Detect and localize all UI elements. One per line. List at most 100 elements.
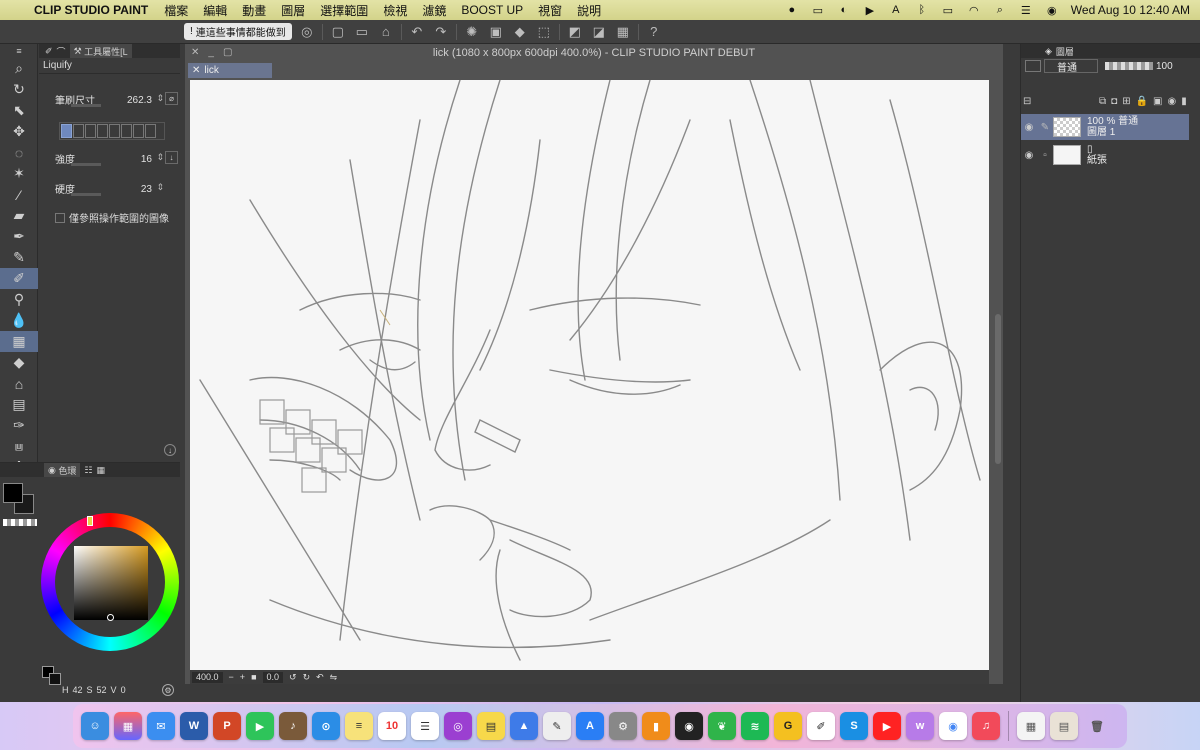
undo-icon[interactable]: ↶: [408, 23, 426, 41]
document-tab[interactable]: ✕ lick: [188, 63, 272, 78]
strength-pressure-icon[interactable]: ↓: [165, 151, 178, 164]
search-icon[interactable]: ⌕: [993, 4, 1007, 16]
books-icon[interactable]: ▮: [642, 712, 670, 740]
move-layer-icon[interactable]: ✥: [0, 121, 38, 142]
mail-icon[interactable]: ✉: [147, 712, 175, 740]
textedit-icon[interactable]: ✎: [543, 712, 571, 740]
clip-studio-dock-icon[interactable]: ✐: [807, 712, 835, 740]
saturation-value-square[interactable]: [74, 546, 148, 620]
show-selection-icon[interactable]: ▦: [614, 23, 632, 41]
figure-icon[interactable]: ⌂: [0, 373, 38, 394]
brush-size-row[interactable]: 筆刷尺寸 262.3 ⇕ ⌀: [39, 90, 180, 110]
eraser-icon[interactable]: ▰: [0, 205, 38, 226]
downloads-stack-icon[interactable]: ▦: [1017, 712, 1045, 740]
subtool-tab-icon[interactable]: ⌒: [57, 45, 66, 58]
stickies-icon[interactable]: ≡: [345, 712, 373, 740]
app-menu[interactable]: CLIP STUDIO PAINT: [34, 3, 148, 17]
calendar-icon[interactable]: 10: [378, 712, 406, 740]
finder-icon[interactable]: ☺: [81, 712, 109, 740]
gradient-icon[interactable]: ▤: [0, 394, 38, 415]
vector-icon[interactable]: ⩏: [0, 436, 38, 457]
control-center-icon[interactable]: ☰: [1019, 4, 1033, 17]
evernote-icon[interactable]: ❦: [708, 712, 736, 740]
battery-icon[interactable]: ▭: [941, 4, 955, 17]
rotation-value[interactable]: 0.0: [262, 671, 284, 683]
visibility-icon[interactable]: ◉: [1021, 150, 1037, 161]
menu-boost-up[interactable]: BOOST UP: [461, 3, 523, 17]
layer-tab-icon[interactable]: ◈: [1045, 46, 1052, 57]
menu-file[interactable]: 檔案: [164, 2, 188, 19]
hardness-value[interactable]: 23: [141, 184, 152, 195]
deselect-icon[interactable]: ◩: [566, 23, 584, 41]
facetime-icon[interactable]: ▶: [246, 712, 274, 740]
play-icon[interactable]: ▶: [863, 4, 877, 17]
pencil-icon[interactable]: ✎: [0, 247, 38, 268]
youtube-icon[interactable]: ▶: [873, 712, 901, 740]
camera-app-icon[interactable]: ◉: [675, 712, 703, 740]
reset-rotation-icon[interactable]: ↶: [316, 672, 324, 683]
app-store-icon[interactable]: A: [576, 712, 604, 740]
podcasts-icon[interactable]: ◎: [444, 712, 472, 740]
liquify-icon[interactable]: ▦: [0, 331, 38, 352]
ruler-icon[interactable]: ✑: [0, 415, 38, 436]
ref-range-checkbox-row[interactable]: 僅參照操作範圍的圖像: [55, 210, 169, 225]
blend-icon[interactable]: 💧: [0, 310, 38, 331]
opacity-slider[interactable]: [1105, 62, 1153, 70]
zoom-value[interactable]: 400.0: [192, 671, 223, 683]
approximate-color-tab-icon[interactable]: ▦: [96, 465, 105, 476]
menu-edit[interactable]: 編輯: [203, 2, 227, 19]
g-app-icon[interactable]: G: [774, 712, 802, 740]
music-icon[interactable]: ♫: [972, 712, 1000, 740]
layer-tab-label[interactable]: 圖層: [1056, 45, 1074, 58]
mode-twist-cw[interactable]: [121, 124, 132, 138]
loading-icon[interactable]: ✺: [463, 23, 481, 41]
strength-stepper[interactable]: ⇕: [156, 152, 164, 163]
launchpad-icon[interactable]: ▦: [114, 712, 142, 740]
open-folder-icon[interactable]: ▭: [353, 23, 371, 41]
document-stack-icon[interactable]: ▤: [1050, 712, 1078, 740]
layer-item-paper[interactable]: ◉ ▫ ▯ 紙張: [1021, 142, 1189, 168]
color-settings-icon[interactable]: ⚙: [162, 684, 174, 696]
fill-bucket-icon[interactable]: ◆: [0, 352, 38, 373]
menu-window[interactable]: 視窗: [538, 2, 562, 19]
small-color-chips[interactable]: [42, 666, 64, 688]
rotate-right-icon[interactable]: ↻: [303, 672, 311, 683]
color-wheel-tab[interactable]: ◉ 色環: [44, 463, 81, 477]
menu-selection[interactable]: 選擇範圍: [320, 2, 368, 19]
powerpoint-icon[interactable]: P: [213, 712, 241, 740]
garageband-icon[interactable]: ♪: [279, 712, 307, 740]
lock-transparency-icon[interactable]: ▣: [1153, 96, 1162, 110]
blend-mode-select[interactable]: 普通: [1044, 59, 1098, 74]
mode-twist-ccw[interactable]: [133, 124, 144, 138]
menu-animation[interactable]: 動畫: [242, 2, 266, 19]
menu-help[interactable]: 說明: [577, 2, 601, 19]
clear-icon[interactable]: ▣: [487, 23, 505, 41]
chrome-icon[interactable]: ◉: [939, 712, 967, 740]
fit-icon[interactable]: ■: [251, 672, 256, 682]
brush-size-slider[interactable]: [71, 104, 101, 107]
strength-slider[interactable]: [71, 163, 101, 166]
spotify-icon[interactable]: ≋: [741, 712, 769, 740]
eyedropper-icon[interactable]: ⁄: [0, 184, 38, 205]
hardness-slider[interactable]: [71, 193, 101, 196]
brush-tab-icon[interactable]: ✐: [45, 46, 53, 57]
mode-expand[interactable]: [73, 124, 84, 138]
sync-icon[interactable]: ◐: [837, 4, 851, 16]
bluetooth-icon[interactable]: ᛒ: [915, 4, 929, 16]
mode-push-right[interactable]: [109, 124, 120, 138]
hardness-row[interactable]: 硬度 23 ⇕: [39, 179, 180, 199]
magic-wand-icon[interactable]: ✶: [0, 163, 38, 184]
safari-icon[interactable]: ⊙: [312, 712, 340, 740]
invert-selection-icon[interactable]: ◪: [590, 23, 608, 41]
sub-tool-detail-icon[interactable]: ↓: [164, 444, 176, 456]
siri-icon[interactable]: ◉: [1045, 4, 1059, 17]
pressure-icon[interactable]: ⌀: [165, 92, 178, 105]
hue-handle[interactable]: [87, 516, 93, 526]
airbrush-icon[interactable]: ⚲: [0, 289, 38, 310]
new-file-icon[interactable]: ▢: [329, 23, 347, 41]
keynote-icon[interactable]: ▲: [510, 712, 538, 740]
menu-view[interactable]: 檢視: [383, 2, 407, 19]
zoom-in-icon[interactable]: +: [240, 672, 245, 682]
draft-layer-icon[interactable]: ⊞: [1122, 96, 1130, 110]
menu-layer[interactable]: 圖層: [281, 2, 305, 19]
